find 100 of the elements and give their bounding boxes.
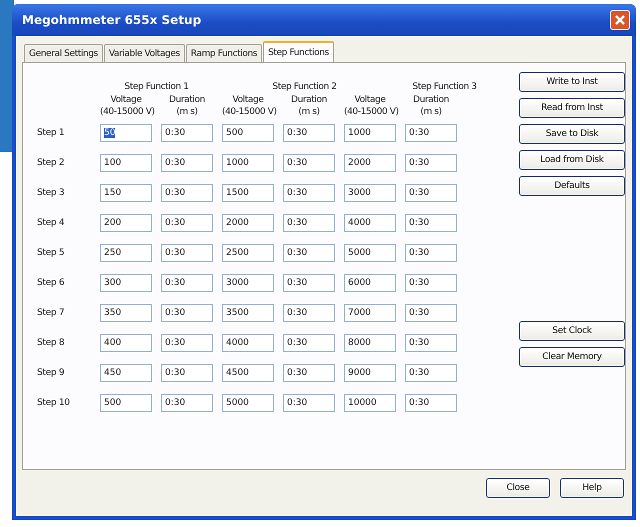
button[interactable]: Read from Inst [519,98,625,118]
duration-field[interactable]: 0:30 [283,244,335,262]
duration-field[interactable]: 0:30 [161,274,213,292]
voltage-field[interactable]: 2500 [222,244,274,262]
duration-field[interactable]: 0:30 [161,154,213,172]
button[interactable]: Close [486,478,550,498]
duration-field[interactable]: 0:30 [405,184,457,202]
button[interactable]: Save to Disk [519,124,625,144]
voltage-field[interactable]: 5000 [222,394,274,412]
voltage-field[interactable]: 2000 [222,214,274,232]
close-icon [613,13,627,27]
step-label: Step 5 [37,247,66,260]
step-label: Step 8 [37,337,66,350]
voltage-field[interactable]: 6000 [344,274,396,292]
step-label: Step 7 [37,307,66,320]
button[interactable]: Load from Disk [519,150,625,170]
voltage-field[interactable]: 1000 [222,154,274,172]
voltage-field[interactable]: 4000 [222,334,274,352]
close-button[interactable] [610,10,630,30]
voltage-field[interactable]: 250 [100,244,152,262]
duration-field[interactable]: 0:30 [405,214,457,232]
voltage-field[interactable]: 9000 [344,364,396,382]
unit-label: (40-15000 V) [100,107,152,119]
duration-field[interactable]: 0:30 [405,244,457,262]
button[interactable]: Write to Inst [519,72,625,92]
voltage-field[interactable]: 7000 [344,304,396,322]
voltage-field[interactable]: 3000 [344,184,396,202]
group-title: Step Function 3 [411,82,478,94]
duration-field[interactable]: 0:30 [161,394,213,412]
voltage-field[interactable]: 1500 [222,184,274,202]
column-header: Duration [412,95,450,107]
step-label: Step 2 [37,157,66,170]
step-label: Step 6 [37,277,66,290]
tab[interactable]: Variable Voltages [104,44,185,62]
voltage-field[interactable]: 50 [100,124,152,142]
duration-field[interactable]: 0:30 [405,274,457,292]
duration-field[interactable]: 0:30 [283,214,335,232]
unit-label: (m s) [419,107,443,119]
duration-field[interactable]: 0:30 [405,124,457,142]
duration-field[interactable]: 0:30 [283,274,335,292]
duration-field[interactable]: 0:30 [161,334,213,352]
duration-field[interactable]: 0:30 [405,364,457,382]
voltage-field[interactable]: 10000 [344,394,396,412]
unit-label: (40-15000 V) [222,107,274,119]
voltage-field[interactable]: 4000 [344,214,396,232]
voltage-field[interactable]: 2000 [344,154,396,172]
column-header: Voltage [354,95,386,107]
duration-field[interactable]: 0:30 [283,394,335,412]
group-title: Step Function 1 [123,82,190,94]
step-label: Step 4 [37,217,66,230]
voltage-field[interactable]: 400 [100,334,152,352]
duration-field[interactable]: 0:30 [283,154,335,172]
group-title: Step Function 2 [271,82,338,94]
duration-field[interactable]: 0:30 [283,304,335,322]
voltage-field[interactable]: 150 [100,184,152,202]
voltage-field[interactable]: 500 [222,124,274,142]
duration-field[interactable]: 0:30 [161,364,213,382]
voltage-field[interactable]: 3500 [222,304,274,322]
column-header: Voltage [232,95,264,107]
button[interactable]: Set Clock [519,321,625,341]
duration-field[interactable]: 0:30 [283,334,335,352]
step-label: Step 1 [37,127,66,140]
button[interactable]: Defaults [519,176,625,196]
duration-field[interactable]: 0:30 [283,184,335,202]
duration-field[interactable]: 0:30 [161,124,213,142]
voltage-field[interactable]: 3000 [222,274,274,292]
tab[interactable]: General Settings [24,44,103,62]
step-label: Step 10 [37,397,71,410]
voltage-field[interactable]: 1000 [344,124,396,142]
duration-field[interactable]: 0:30 [161,184,213,202]
column-header: Duration [290,95,328,107]
window-title: Megohmmeter 655x Setup [22,13,202,27]
unit-label: (m s) [175,107,199,119]
voltage-field[interactable]: 450 [100,364,152,382]
tab[interactable]: Step Functions [263,41,334,62]
step-label: Step 3 [37,187,66,200]
duration-field[interactable]: 0:30 [405,154,457,172]
unit-label: (m s) [297,107,321,119]
voltage-field[interactable]: 200 [100,214,152,232]
duration-field[interactable]: 0:30 [161,214,213,232]
voltage-field[interactable]: 100 [100,154,152,172]
column-header: Voltage [110,95,142,107]
duration-field[interactable]: 0:30 [405,304,457,322]
voltage-field[interactable]: 8000 [344,334,396,352]
duration-field[interactable]: 0:30 [161,304,213,322]
duration-field[interactable]: 0:30 [161,244,213,262]
column-header: Duration [168,95,206,107]
voltage-field[interactable]: 4500 [222,364,274,382]
voltage-field[interactable]: 350 [100,304,152,322]
button[interactable]: Clear Memory [519,347,625,367]
button[interactable]: Help [560,478,624,498]
duration-field[interactable]: 0:30 [405,334,457,352]
voltage-field[interactable]: 5000 [344,244,396,262]
step-label: Step 9 [37,367,66,380]
duration-field[interactable]: 0:30 [283,124,335,142]
voltage-field[interactable]: 300 [100,274,152,292]
tab[interactable]: Ramp Functions [186,44,262,62]
duration-field[interactable]: 0:30 [405,394,457,412]
duration-field[interactable]: 0:30 [283,364,335,382]
voltage-field[interactable]: 500 [100,394,152,412]
